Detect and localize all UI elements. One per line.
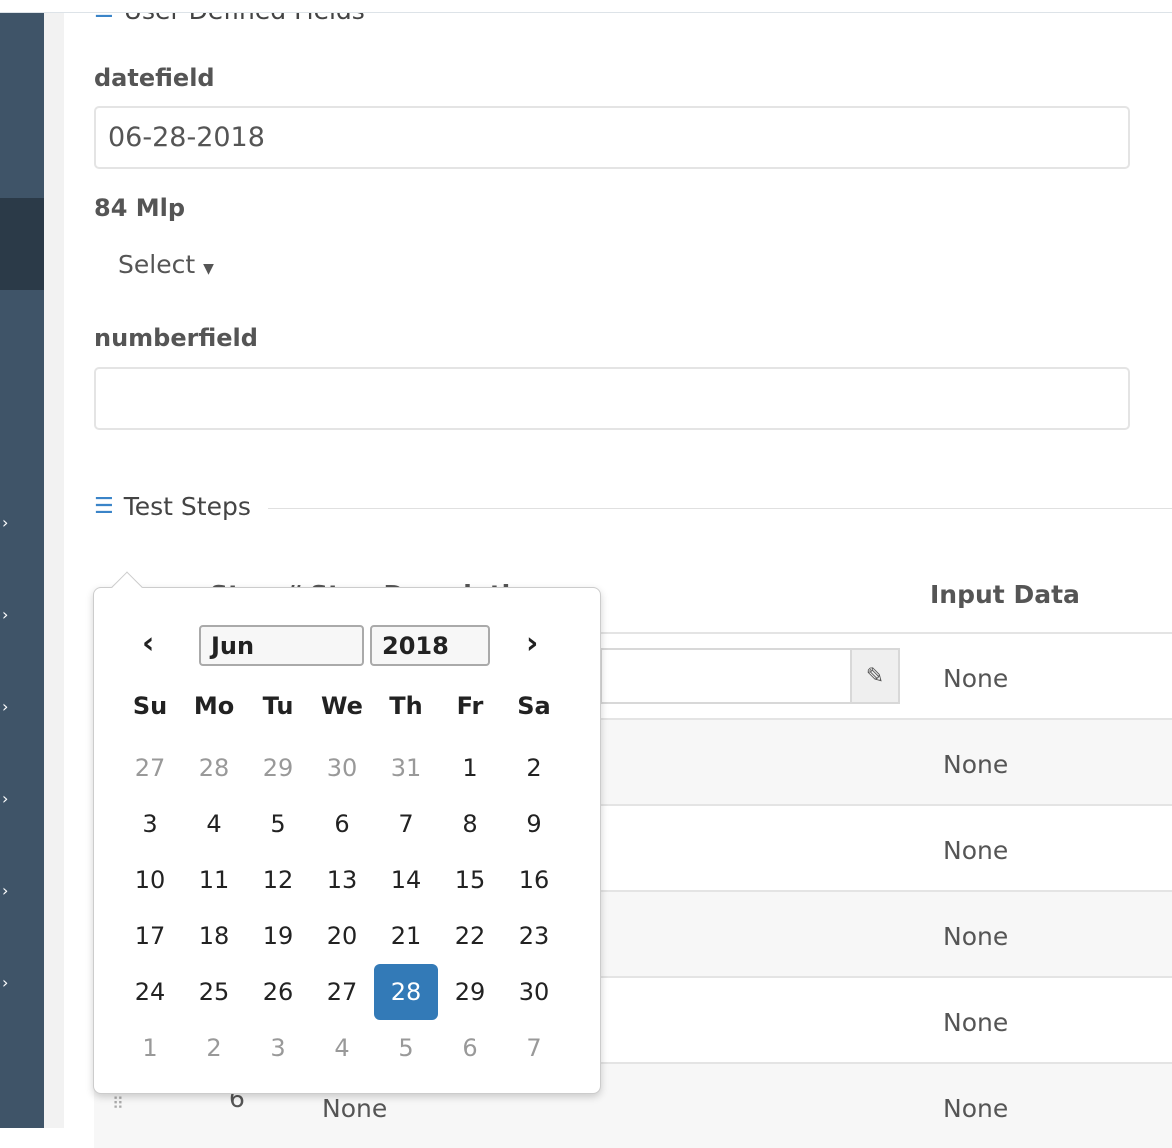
calendar-day-selected[interactable]: 28 [374, 964, 438, 1020]
calendar-day[interactable]: 10 [118, 852, 182, 908]
calendar-day[interactable]: 12 [246, 852, 310, 908]
weekday-header: Fr [456, 692, 484, 720]
calendar-day[interactable]: 29 [246, 740, 310, 796]
top-bar [0, 0, 1172, 13]
calendar-day[interactable]: 8 [438, 796, 502, 852]
calendar-day[interactable]: 6 [310, 796, 374, 852]
weekday-header: Sa [517, 692, 551, 720]
input-data-cell: None [943, 922, 1009, 951]
sidebar-item-active[interactable] [0, 198, 44, 290]
calendar-day[interactable]: 18 [182, 908, 246, 964]
calendar-day[interactable]: 20 [310, 908, 374, 964]
select-label: Select [118, 250, 196, 279]
mlp-select[interactable]: Select ▼ [118, 250, 214, 279]
step-description-cell: None [322, 1094, 388, 1123]
calendar-day[interactable]: 11 [182, 852, 246, 908]
gutter [44, 12, 64, 1128]
calendar-day[interactable]: 27 [310, 964, 374, 1020]
chevron-right-icon[interactable]: › [2, 607, 8, 623]
calendar-day[interactable]: 16 [502, 852, 566, 908]
list-icon: ☰ [94, 494, 114, 519]
calendar-day[interactable]: 23 [502, 908, 566, 964]
calendar-day[interactable]: 3 [118, 796, 182, 852]
weekday-header: We [321, 692, 363, 720]
calendar-day[interactable]: 7 [374, 796, 438, 852]
datefield-label: datefield [94, 64, 215, 92]
calendar-day[interactable]: 28 [182, 740, 246, 796]
calendar-day[interactable]: 4 [182, 796, 246, 852]
section-title: Test Steps [123, 492, 251, 521]
chevron-right-icon[interactable]: › [2, 975, 8, 991]
calendar-day[interactable]: 27 [118, 740, 182, 796]
popup-arrow [111, 571, 143, 603]
calendar-day[interactable]: 22 [438, 908, 502, 964]
section-test-steps: ☰ Test Steps [94, 492, 251, 521]
input-data-cell: None [943, 1094, 1009, 1123]
calendar-day[interactable]: 14 [374, 852, 438, 908]
step-description-input[interactable] [600, 648, 850, 704]
input-data-cell: None [943, 664, 1009, 693]
calendar-day[interactable]: 2 [502, 740, 566, 796]
calendar-day[interactable]: 3 [246, 1020, 310, 1076]
chevron-right-icon[interactable]: › [2, 515, 8, 531]
calendar-grid: Su Mo Tu We Th Fr Sa 27 28 29 30 31 1 2 3 4 5 6 7 8 9 10 11 12 1… [118, 684, 566, 1076]
chevron-right-icon[interactable]: › [2, 883, 8, 899]
calendar-day[interactable]: 17 [118, 908, 182, 964]
calendar-day[interactable]: 30 [310, 740, 374, 796]
caret-down-icon: ▼ [203, 261, 214, 277]
calendar-day[interactable]: 4 [310, 1020, 374, 1076]
calendar-day[interactable]: 1 [118, 1020, 182, 1076]
prev-month-icon[interactable]: ‹ [142, 626, 154, 661]
chevron-right-icon[interactable]: › [2, 791, 8, 807]
month-select[interactable]: Jun [199, 625, 364, 666]
input-data-cell: None [943, 750, 1009, 779]
sidebar: › › › › › › [0, 12, 44, 1128]
datefield-input[interactable]: 06-28-2018 [94, 106, 1130, 169]
numberfield-label: numberfield [94, 324, 258, 352]
calendar-day[interactable]: 5 [246, 796, 310, 852]
calendar-day[interactable]: 31 [374, 740, 438, 796]
calendar-day[interactable]: 24 [118, 964, 182, 1020]
calendar-day[interactable]: 19 [246, 908, 310, 964]
chevron-right-icon[interactable]: › [2, 699, 8, 715]
calendar-day[interactable]: 2 [182, 1020, 246, 1076]
next-month-icon[interactable]: › [526, 626, 538, 661]
weekday-header: Th [389, 692, 423, 720]
calendar-day[interactable]: 25 [182, 964, 246, 1020]
calendar-day[interactable]: 1 [438, 740, 502, 796]
drag-handle-icon[interactable]: ⠿ [112, 1094, 124, 1113]
calendar-day[interactable]: 13 [310, 852, 374, 908]
calendar-day[interactable]: 30 [502, 964, 566, 1020]
calendar-day[interactable]: 7 [502, 1020, 566, 1076]
calendar-day[interactable]: 21 [374, 908, 438, 964]
weekday-header: Tu [262, 692, 294, 720]
divider [268, 508, 1172, 509]
year-select[interactable]: 2018 [370, 625, 490, 666]
calendar-day[interactable]: 29 [438, 964, 502, 1020]
numberfield-input[interactable] [94, 367, 1130, 430]
calendar-day[interactable]: 26 [246, 964, 310, 1020]
mlp-label: 84 Mlp [94, 194, 186, 222]
input-data-cell: None [943, 1008, 1009, 1037]
pencil-icon[interactable]: ✎ [850, 648, 900, 704]
weekday-header: Mo [193, 692, 235, 720]
calendar-day[interactable]: 6 [438, 1020, 502, 1076]
input-data-cell: None [943, 836, 1009, 865]
calendar-day[interactable]: 9 [502, 796, 566, 852]
weekday-header: Su [132, 692, 168, 720]
calendar-day[interactable]: 5 [374, 1020, 438, 1076]
datepicker-popup: ‹ Jun 2018 › Su Mo Tu We Th Fr Sa 27 28 29 30 31 1 2 3… [93, 571, 601, 1094]
header-input-data: Input Data [930, 580, 1080, 609]
calendar-day[interactable]: 15 [438, 852, 502, 908]
